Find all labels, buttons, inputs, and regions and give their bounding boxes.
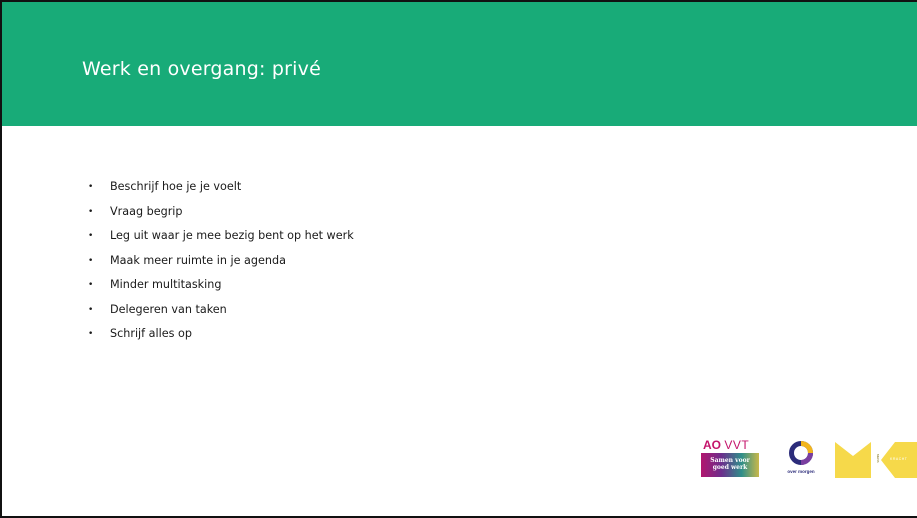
bullet-item: • Leg uit waar je mee bezig bent op het w…	[88, 224, 354, 249]
over-morgen-label: over morgen	[787, 469, 815, 474]
bullet-icon: •	[88, 182, 94, 192]
bullet-icon: •	[88, 329, 94, 339]
slide-header-band: Werk en overgang: privé	[2, 2, 917, 126]
bullet-text: Vraag begrip	[110, 204, 183, 218]
bullet-text: Maak meer ruimte in je agenda	[110, 253, 286, 267]
bullet-text: Delegeren van taken	[110, 302, 227, 316]
bullet-icon: •	[88, 231, 94, 241]
bullet-text: Leg uit waar je mee bezig bent op het we…	[110, 229, 354, 242]
bullet-icon: •	[88, 255, 94, 266]
bullet-text: Schrijf alles op	[110, 327, 192, 340]
ao-vvt-wordmark: AO VVT	[703, 438, 750, 452]
bullet-item: • Vraag begrip	[88, 200, 354, 225]
bullet-list: • Beschrijf hoe je je voelt • Vraag begrip…	[88, 175, 354, 347]
bullet-item: • Delegeren van taken	[88, 298, 354, 323]
ao-vvt-tagline-badge: Samen voor goed werk	[701, 453, 759, 477]
mens-label: MENS	[876, 454, 880, 463]
bullet-icon: •	[88, 206, 94, 217]
partner-logos: AO VVT Samen voor goed werk over morgen …	[697, 438, 917, 478]
slide: Werk en overgang: privé • Beschrijf hoe j…	[0, 0, 917, 518]
bullet-item: • Beschrijf hoe je je voelt	[88, 175, 354, 200]
kracht-label: KRACHT	[890, 457, 908, 461]
mens-kracht-logo: MENS KRACHT	[835, 442, 917, 478]
bullet-icon: •	[88, 304, 94, 315]
bullet-text: Beschrijf hoe je je voelt	[110, 180, 242, 193]
over-morgen-logo: over morgen	[783, 440, 819, 478]
ao-vvt-logo: AO VVT Samen voor goed werk	[700, 438, 760, 478]
bullet-item: • Schrijf alles op	[88, 322, 354, 347]
bullet-item: • Minder multitasking	[88, 273, 354, 298]
bullet-icon: •	[88, 280, 94, 290]
bullet-item: • Maak meer ruimte in je agenda	[88, 249, 354, 274]
bullet-text: Minder multitasking	[110, 278, 222, 291]
over-morgen-ring-icon	[789, 441, 813, 465]
slide-title: Werk en overgang: privé	[82, 58, 321, 80]
